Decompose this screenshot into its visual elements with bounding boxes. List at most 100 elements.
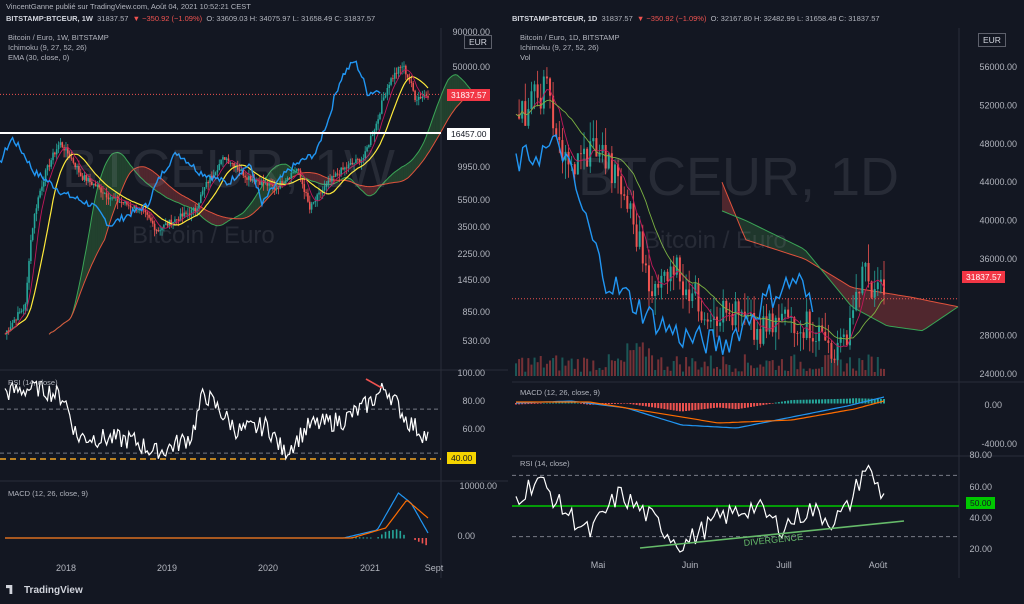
- right-macd-histogram-bar: [694, 403, 697, 411]
- right-volume-bar: [638, 346, 641, 376]
- right-candle-body: [870, 281, 873, 298]
- right-candle-body: [855, 291, 858, 311]
- right-legend-ichimoku: Ichimoku (9, 27, 52, 26): [520, 43, 599, 52]
- left-candle-body: [31, 228, 34, 241]
- right-kijun-line: [515, 99, 885, 340]
- right-macd-histogram-bar: [737, 403, 740, 409]
- left-macd-histogram-bar: [403, 534, 405, 539]
- right-macd-histogram-bar: [691, 403, 694, 411]
- right-volume-bar: [858, 358, 861, 376]
- right-volume-bar: [629, 350, 632, 376]
- right-last: 31837.57: [601, 14, 633, 23]
- right-volume-bar: [623, 361, 626, 376]
- right-macd-histogram-bar: [842, 398, 845, 404]
- right-macd-histogram-bar: [793, 399, 796, 404]
- right-volume-bar: [660, 357, 663, 376]
- right-chart[interactable]: 56000.00 52000.00 48000.00 44000.00 40000.00…: [512, 28, 1024, 578]
- left-candle-body: [393, 72, 396, 79]
- right-volume-bar: [814, 368, 817, 376]
- left-ichimoku-cloud: [403, 164, 406, 181]
- right-ichimoku-cloud: [902, 295, 906, 329]
- right-macd-histogram-bar: [669, 403, 672, 410]
- left-candle-body: [375, 123, 378, 131]
- right-candle-body: [651, 291, 654, 296]
- right-macd-histogram-bar: [641, 403, 644, 406]
- right-volume-bar: [762, 366, 765, 376]
- right-macd-histogram-bar: [681, 403, 684, 412]
- right-macd-histogram-bar: [839, 398, 842, 404]
- right-symbol-header: BITSTAMP:BTCEUR, 1D 31837.57 ▼ −350.92 (…: [512, 14, 880, 23]
- right-volume-bar: [533, 357, 536, 376]
- left-watermark: BTCEUR, 1W: [62, 139, 396, 199]
- right-ichimoku-cloud: [866, 289, 870, 317]
- right-candle-body: [663, 271, 666, 276]
- left-legend-ema: EMA (30, close, 0): [8, 53, 70, 62]
- right-macd-histogram-bar: [629, 403, 632, 405]
- left-candle-body: [20, 310, 23, 312]
- right-macd-histogram-bar: [790, 400, 793, 404]
- right-volume-bar: [790, 356, 793, 376]
- right-volume-bar: [666, 366, 669, 376]
- right-time-axis-label: Août: [869, 560, 888, 570]
- right-volume-bar: [654, 370, 657, 376]
- left-candle-body: [122, 202, 125, 204]
- right-candle-body: [697, 283, 700, 312]
- author-line: VincentGanne publié sur TradingView.com,…: [6, 2, 251, 11]
- right-macd-histogram-bar: [855, 398, 858, 404]
- right-volume-bar: [852, 368, 855, 376]
- footer: [0, 578, 1024, 604]
- tradingview-brand[interactable]: TradingView: [6, 585, 83, 596]
- right-macd-histogram-bar: [774, 402, 777, 404]
- left-candle-body: [137, 210, 139, 212]
- right-macd-histogram-bar: [716, 403, 719, 408]
- right-candle-body: [845, 334, 848, 346]
- right-price-axis-label: 36000.00: [979, 254, 1017, 264]
- right-volume-bar: [777, 365, 780, 376]
- right-volume-bar: [765, 360, 768, 376]
- left-change: ▼ −350.92 (−1.09%): [132, 14, 203, 23]
- right-macd-legend: MACD (12, 26, close, 9): [520, 388, 601, 397]
- right-macd-histogram-bar: [685, 403, 688, 412]
- right-macd-histogram-bar: [762, 403, 765, 406]
- left-chart[interactable]: 90000.00 50000.00 9950.00 5500.00 3500.00 225…: [0, 28, 508, 578]
- right-price-axis-label: 28000.00: [979, 331, 1017, 341]
- right-candle-body: [654, 283, 657, 296]
- right-macd-histogram-bar: [607, 403, 610, 405]
- left-candle-body: [46, 165, 49, 171]
- right-volume-bar: [716, 366, 719, 376]
- right-macd-histogram-bar: [780, 401, 783, 404]
- left-price-axis-label: 850.00: [462, 307, 490, 317]
- left-candle-body: [11, 322, 14, 327]
- right-macd-histogram-bar: [852, 398, 855, 404]
- left-candle-body: [120, 201, 123, 203]
- left-candle-body: [13, 319, 16, 323]
- right-candle-body: [681, 281, 684, 296]
- right-volume-bar: [883, 368, 885, 376]
- right-macd-histogram-bar: [784, 401, 787, 404]
- right-rsi-line: [515, 464, 885, 553]
- left-macd-histogram-bar: [421, 538, 424, 544]
- left-ichimoku-cloud: [446, 79, 449, 123]
- right-macd-histogram-bar: [623, 403, 626, 404]
- left-ichimoku-cloud: [400, 166, 402, 182]
- left-candle-body: [181, 213, 184, 217]
- left-macd-histogram-bar: [362, 537, 365, 539]
- right-macd-histogram-bar: [697, 403, 700, 410]
- left-macd-histogram-bar: [388, 530, 391, 539]
- left-candle-body: [397, 67, 400, 74]
- left-candle-body: [390, 78, 392, 85]
- right-macd-histogram-bar: [756, 403, 759, 407]
- right-volume-bar: [867, 354, 870, 376]
- left-last: 31837.57: [97, 14, 129, 23]
- right-candle-body: [545, 76, 548, 79]
- right-time-axis-label: Juin: [682, 560, 699, 570]
- right-volume-bar: [734, 368, 737, 376]
- right-macd-histogram-bar: [709, 403, 712, 409]
- right-macd-histogram-bar: [743, 403, 746, 408]
- right-volume-bar: [561, 357, 564, 376]
- right-volume-bar: [586, 358, 589, 376]
- right-candle-body: [802, 332, 805, 338]
- left-candle-body: [133, 205, 136, 209]
- right-candle-body: [830, 342, 833, 359]
- right-candle-body: [858, 291, 861, 294]
